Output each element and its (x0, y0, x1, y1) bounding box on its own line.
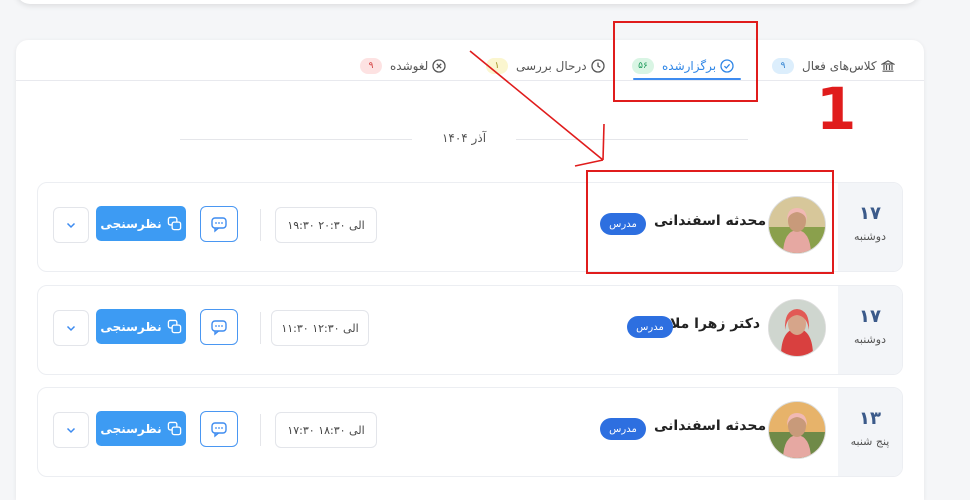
annotation-arrow (469, 50, 605, 167)
